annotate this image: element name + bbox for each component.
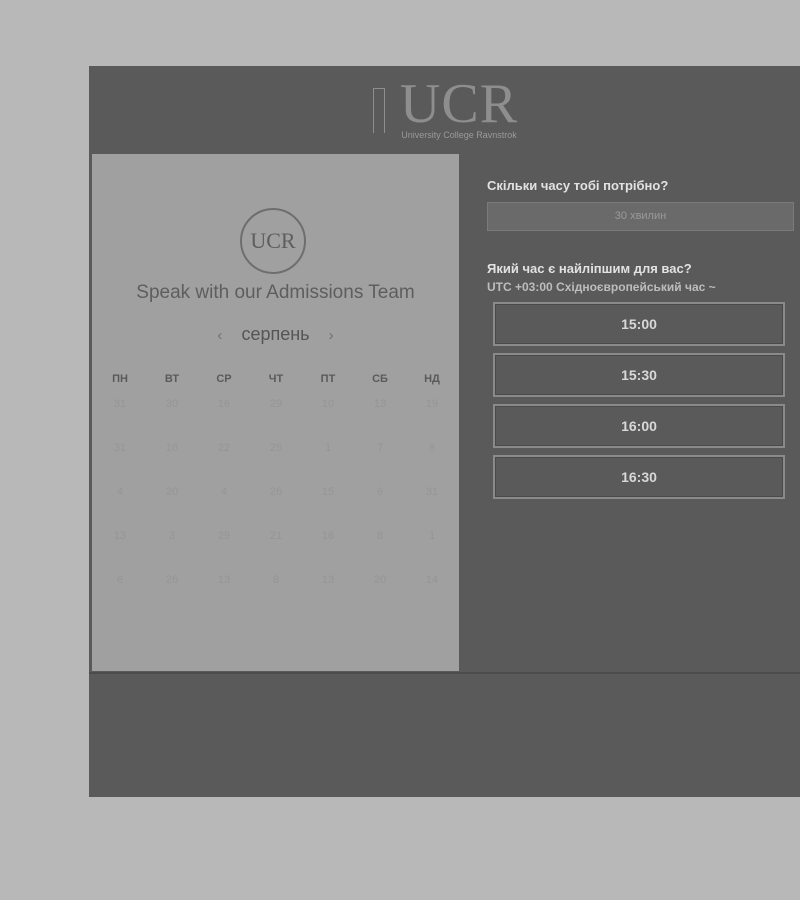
calendar-day[interactable]: 13 [198, 570, 250, 614]
calendar-day[interactable]: 19 [406, 394, 458, 438]
booking-widget: UCR University College Ravnstrok UCR Spe… [89, 66, 800, 797]
calendar-day[interactable]: 15 [302, 482, 354, 526]
calendar-day[interactable]: 4 [198, 482, 250, 526]
calendar-day[interactable]: 29 [250, 394, 302, 438]
calendar-day[interactable]: 16 [302, 526, 354, 570]
calendar-day[interactable]: 25 [250, 438, 302, 482]
calendar-card: UCR Speak with our Admissions Team ‹ сер… [92, 154, 459, 671]
time-slot-button[interactable]: 15:00 [493, 302, 785, 346]
calendar-day[interactable]: 29 [198, 526, 250, 570]
calendar-day[interactable]: 22 [198, 438, 250, 482]
chevron-down-icon: ~ [708, 280, 716, 294]
calendar-day[interactable]: 13 [354, 394, 406, 438]
calendar-day[interactable]: 7 [354, 438, 406, 482]
timezone-select[interactable]: UTC +03:00 Східноєвропейський час ~ [487, 280, 800, 294]
weekday-mon: ПН [112, 373, 128, 385]
calendar-day[interactable]: 30 [146, 394, 198, 438]
timezone-label: UTC +03:00 Східноєвропейський час [487, 280, 706, 294]
weekday-thu: ЧТ [268, 373, 284, 385]
time-slot-button[interactable]: 16:30 [493, 455, 785, 499]
time-slot-button[interactable]: 15:30 [493, 353, 785, 397]
calendar-day[interactable]: 3 [146, 526, 198, 570]
calendar-day[interactable]: 13 [302, 570, 354, 614]
weekday-wed: СР [216, 373, 232, 385]
calendar-day[interactable]: 16 [198, 394, 250, 438]
month-navigation: ‹ серпень › [92, 324, 459, 345]
calendar-day[interactable]: 26 [146, 570, 198, 614]
time-question: Який час є найліпшим для вас? [487, 261, 692, 276]
weekday-fri: ПТ [320, 373, 336, 385]
prev-month-button[interactable]: ‹ [203, 327, 236, 344]
calendar-day[interactable]: 8 [406, 438, 458, 482]
card-title: Speak with our Admissions Team [136, 282, 415, 303]
logo-text: UCR [399, 73, 519, 135]
header-logo: UCR University College Ravnstrok [369, 76, 549, 146]
next-month-button[interactable]: › [315, 327, 348, 344]
calendar-day[interactable]: 21 [250, 526, 302, 570]
calendar-day[interactable]: 4 [94, 482, 146, 526]
calendar-grid: ПН ВТ СР ЧТ ПТ СБ НД 31 30 16 29 10 13 1… [94, 370, 459, 614]
time-slots: 15:00 15:30 16:00 16:30 [487, 302, 800, 499]
weekday-sun: НД [424, 373, 440, 385]
calendar-day[interactable]: 20 [354, 570, 406, 614]
booking-panel: Скільки часу тобі потрібно? 30 хвилин Як… [487, 178, 800, 506]
calendar-day[interactable]: 31 [94, 438, 146, 482]
duration-select[interactable]: 30 хвилин [487, 202, 794, 231]
logo-subtitle: University College Ravnstrok [401, 130, 517, 140]
calendar-day[interactable]: 8 [250, 570, 302, 614]
calendar-day[interactable]: 20 [146, 482, 198, 526]
calendar-day[interactable]: 16 [146, 438, 198, 482]
calendar-day[interactable]: 1 [406, 526, 458, 570]
weekday-sat: СБ [372, 373, 388, 385]
calendar-day[interactable]: 14 [406, 570, 458, 614]
calendar-day[interactable]: 31 [406, 482, 458, 526]
calendar-day[interactable]: 13 [94, 526, 146, 570]
month-label: серпень [241, 324, 310, 344]
calendar-day[interactable]: 8 [354, 526, 406, 570]
calendar-day[interactable]: 1 [302, 438, 354, 482]
time-slot-button[interactable]: 16:00 [493, 404, 785, 448]
calendar-day[interactable]: 6 [354, 482, 406, 526]
calendar-day[interactable]: 26 [250, 482, 302, 526]
calendar-day[interactable]: 31 [94, 394, 146, 438]
footer-divider [89, 672, 800, 674]
calendar-day[interactable]: 10 [302, 394, 354, 438]
duration-question: Скільки часу тобі потрібно? [487, 178, 669, 193]
tower-icon [373, 88, 385, 133]
weekday-tue: ВТ [164, 373, 180, 385]
calendar-day[interactable]: 6 [94, 570, 146, 614]
card-logo: UCR [240, 208, 306, 274]
